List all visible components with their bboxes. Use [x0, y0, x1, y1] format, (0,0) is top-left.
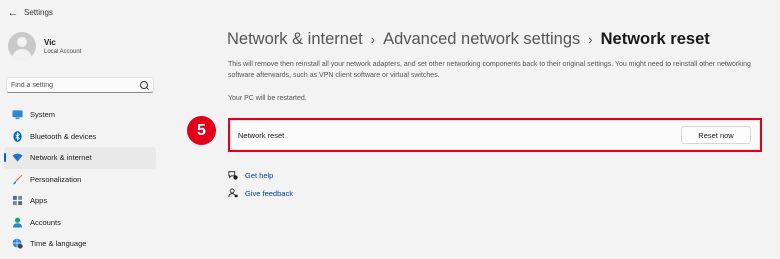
help-icon	[228, 171, 238, 180]
sidebar-item-label: Personalization	[30, 174, 82, 184]
bluetooth-icon	[13, 130, 22, 142]
get-help-label[interactable]: Get help	[245, 171, 273, 180]
sidebar-item-apps[interactable]: Apps	[4, 190, 156, 212]
reset-description: This will remove then reinstall all your…	[228, 61, 751, 79]
sidebar-item-bluetooth-devices[interactable]: Bluetooth & devices	[4, 126, 156, 148]
sidebar-item-label: System	[30, 110, 56, 119]
restart-note: Your PC will be restarted.	[228, 95, 307, 102]
accounts-icon	[12, 217, 23, 228]
feedback-icon	[228, 188, 238, 198]
breadcrumb-separator: ›	[588, 32, 593, 47]
sidebar-item-label: Apps	[30, 196, 48, 205]
breadcrumb-item-network-internet[interactable]: Network & internet	[227, 30, 363, 48]
sidebar: Vic Local Account System Bluetooth & dev…	[0, 26, 170, 259]
user-name: Vic	[44, 38, 56, 47]
back-arrow-icon[interactable]: ←	[6, 6, 20, 20]
breadcrumb-item-advanced-network-settings[interactable]: Advanced network settings	[383, 30, 580, 48]
sidebar-item-accounts[interactable]: Accounts	[4, 212, 156, 234]
search-box[interactable]	[6, 77, 154, 93]
network-icon	[12, 153, 23, 162]
search-input[interactable]	[11, 79, 135, 91]
sidebar-item-label: Time & language	[30, 239, 87, 248]
search-icon[interactable]	[140, 81, 148, 89]
sidebar-item-label: Bluetooth & devices	[30, 131, 97, 141]
sidebar-item-personalization[interactable]: Personalization	[4, 169, 156, 191]
app-title: Settings	[24, 8, 53, 17]
highlight-outline	[228, 118, 762, 152]
breadcrumb: Network & internet › Advanced network sett…	[227, 30, 710, 49]
sidebar-item-system[interactable]: System	[4, 104, 156, 126]
main-content: Network & internet › Advanced network sett…	[170, 0, 780, 259]
brush-icon	[12, 174, 23, 184]
apps-icon	[12, 195, 23, 206]
sidebar-item-time-language[interactable]: Time & language	[4, 233, 156, 255]
sidebar-item-network-internet[interactable]: Network & internet	[4, 147, 156, 169]
step-number-badge: 5	[187, 116, 216, 145]
sidebar-item-label: Network & internet	[30, 153, 92, 162]
globe-clock-icon	[12, 238, 23, 249]
system-icon	[12, 110, 23, 120]
avatar[interactable]	[8, 32, 36, 60]
user-account-type: Local Account	[44, 49, 82, 55]
nav-list: System Bluetooth & devices Network & int…	[4, 104, 156, 255]
give-feedback-label[interactable]: Give feedback	[245, 189, 293, 198]
page-title: Network reset	[600, 30, 710, 48]
breadcrumb-separator: ›	[370, 32, 376, 47]
sidebar-item-label: Accounts	[30, 217, 61, 227]
